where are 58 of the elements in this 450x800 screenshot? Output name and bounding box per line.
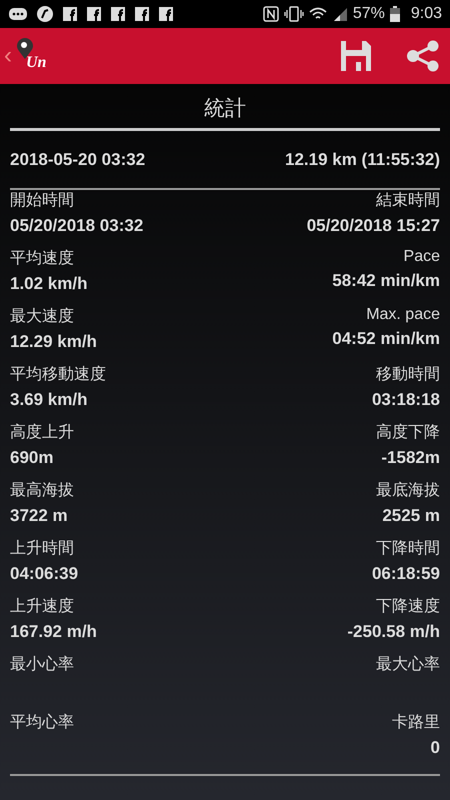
stat-label: 下降時間 bbox=[376, 538, 440, 559]
stat-label: Pace bbox=[404, 248, 440, 266]
stat-label: 最底海拔 bbox=[376, 480, 440, 501]
notification-icon bbox=[86, 6, 102, 22]
stat-label: 下降速度 bbox=[376, 596, 440, 617]
stat-label: 開始時間 bbox=[10, 190, 74, 211]
stat-value: 690m bbox=[10, 448, 54, 468]
start-datetime: 2018-05-20 03:32 bbox=[10, 150, 146, 170]
stat-label: 上升速度 bbox=[10, 596, 74, 617]
stat-label: 卡路里 bbox=[392, 712, 440, 733]
stat-value: 06:18:59 bbox=[372, 564, 440, 584]
notification-icon bbox=[134, 6, 150, 22]
logo-text: Un bbox=[26, 54, 46, 72]
vibrate-icon bbox=[284, 6, 304, 22]
stat-value: 3722 m bbox=[10, 506, 68, 526]
stat-label: 最大心率 bbox=[376, 654, 440, 675]
save-button[interactable] bbox=[340, 40, 372, 72]
notification-icon bbox=[62, 6, 78, 22]
stat-label: 平均心率 bbox=[10, 712, 74, 733]
stat-label: 平均速度 bbox=[10, 248, 74, 269]
battery-percent: 57% bbox=[352, 5, 385, 23]
stat-value: 03:18:18 bbox=[372, 390, 440, 410]
nfc-icon bbox=[262, 6, 279, 22]
notification-icon bbox=[110, 6, 126, 22]
stat-value: -250.58 m/h bbox=[347, 622, 440, 642]
app-icon bbox=[36, 5, 54, 23]
stat-label: 結束時間 bbox=[376, 190, 440, 211]
stat-label: 上升時間 bbox=[10, 538, 74, 559]
stat-label: 移動時間 bbox=[376, 364, 440, 385]
share-button[interactable] bbox=[406, 40, 440, 72]
stat-value: 04:52 min/km bbox=[332, 329, 440, 349]
page-title: 統計 bbox=[204, 96, 246, 122]
stat-label: 最高海拔 bbox=[10, 480, 74, 501]
stat-value: 05/20/2018 03:32 bbox=[10, 216, 144, 236]
stat-value: 3.69 km/h bbox=[10, 390, 88, 410]
stat-value: 1.02 km/h bbox=[10, 274, 88, 294]
back-button[interactable]: ‹ Un bbox=[4, 38, 52, 74]
stat-label: 最小心率 bbox=[10, 654, 74, 675]
stat-value: 12.29 km/h bbox=[10, 332, 97, 352]
chat-icon bbox=[8, 7, 28, 21]
share-icon bbox=[406, 40, 440, 72]
stat-value: 05/20/2018 15:27 bbox=[306, 216, 440, 236]
notification-icon bbox=[158, 6, 174, 22]
stat-label: 高度上升 bbox=[10, 422, 74, 443]
stat-value: 0 bbox=[430, 738, 440, 758]
battery-icon bbox=[390, 6, 400, 22]
stat-value: 04:06:39 bbox=[10, 564, 78, 584]
stat-label: 最大速度 bbox=[10, 306, 74, 327]
clock: 9:03 bbox=[410, 5, 442, 23]
stat-label: 平均移動速度 bbox=[10, 364, 106, 385]
distance-duration: 12.19 km (11:55:32) bbox=[285, 150, 440, 170]
stat-value: 2525 m bbox=[382, 506, 440, 526]
stat-label: 高度下降 bbox=[376, 422, 440, 443]
stat-value: 167.92 m/h bbox=[10, 622, 97, 642]
stat-value: 58:42 min/km bbox=[332, 271, 440, 291]
signal-icon bbox=[332, 7, 348, 21]
stat-label: Max. pace bbox=[366, 306, 440, 324]
stat-value: -1582m bbox=[381, 448, 440, 468]
